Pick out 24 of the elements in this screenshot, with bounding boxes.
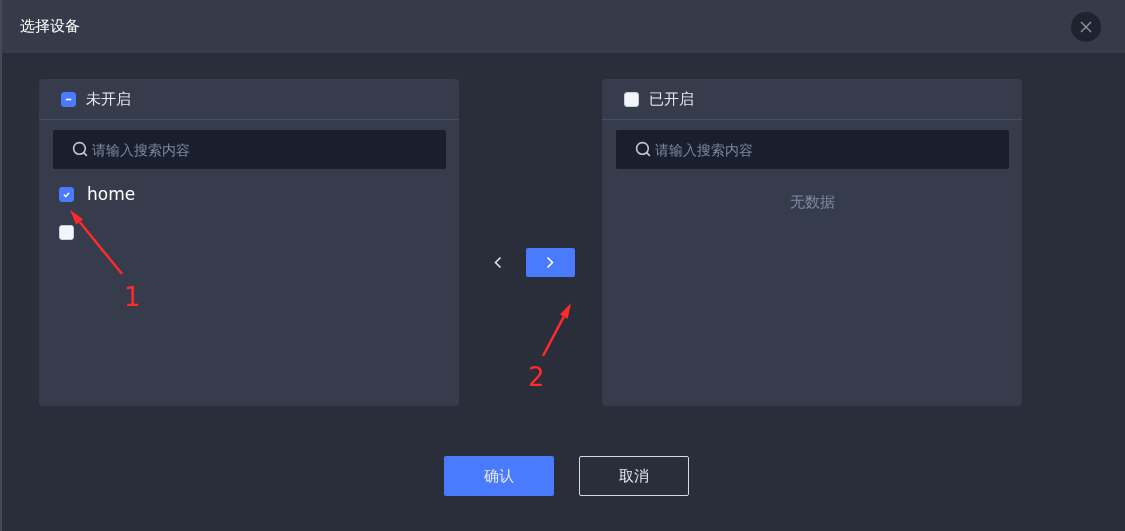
search-field[interactable]: 请输入搜索内容 bbox=[53, 130, 446, 169]
annotation-arrow bbox=[70, 210, 123, 275]
checkbox[interactable] bbox=[59, 186, 74, 202]
cancel-button[interactable]: 取消 bbox=[578, 456, 689, 496]
dialog-title: 选择设备 bbox=[20, 17, 80, 36]
search-icon bbox=[72, 141, 89, 158]
annotation-number: 1 bbox=[124, 284, 141, 310]
chevron-left-icon bbox=[493, 256, 502, 269]
close-button[interactable] bbox=[1071, 11, 1101, 42]
checkbox[interactable] bbox=[59, 224, 74, 240]
search-icon bbox=[635, 141, 652, 158]
checkbox[interactable] bbox=[61, 91, 76, 107]
item-label: home bbox=[87, 184, 136, 204]
annotation-number: 2 bbox=[528, 364, 545, 390]
search-field[interactable]: 请输入搜索内容 bbox=[616, 130, 1009, 169]
annotation-arrow bbox=[541, 303, 571, 357]
panel-title: 未开启 bbox=[86, 89, 131, 109]
check-icon bbox=[62, 189, 71, 199]
chevron-right-icon bbox=[546, 256, 554, 269]
panel-title: 已开启 bbox=[649, 89, 694, 109]
transfer-button[interactable] bbox=[525, 248, 575, 277]
close-icon bbox=[1080, 20, 1092, 33]
checkbox[interactable] bbox=[624, 91, 639, 107]
empty-text: 无数据 bbox=[789, 193, 835, 212]
